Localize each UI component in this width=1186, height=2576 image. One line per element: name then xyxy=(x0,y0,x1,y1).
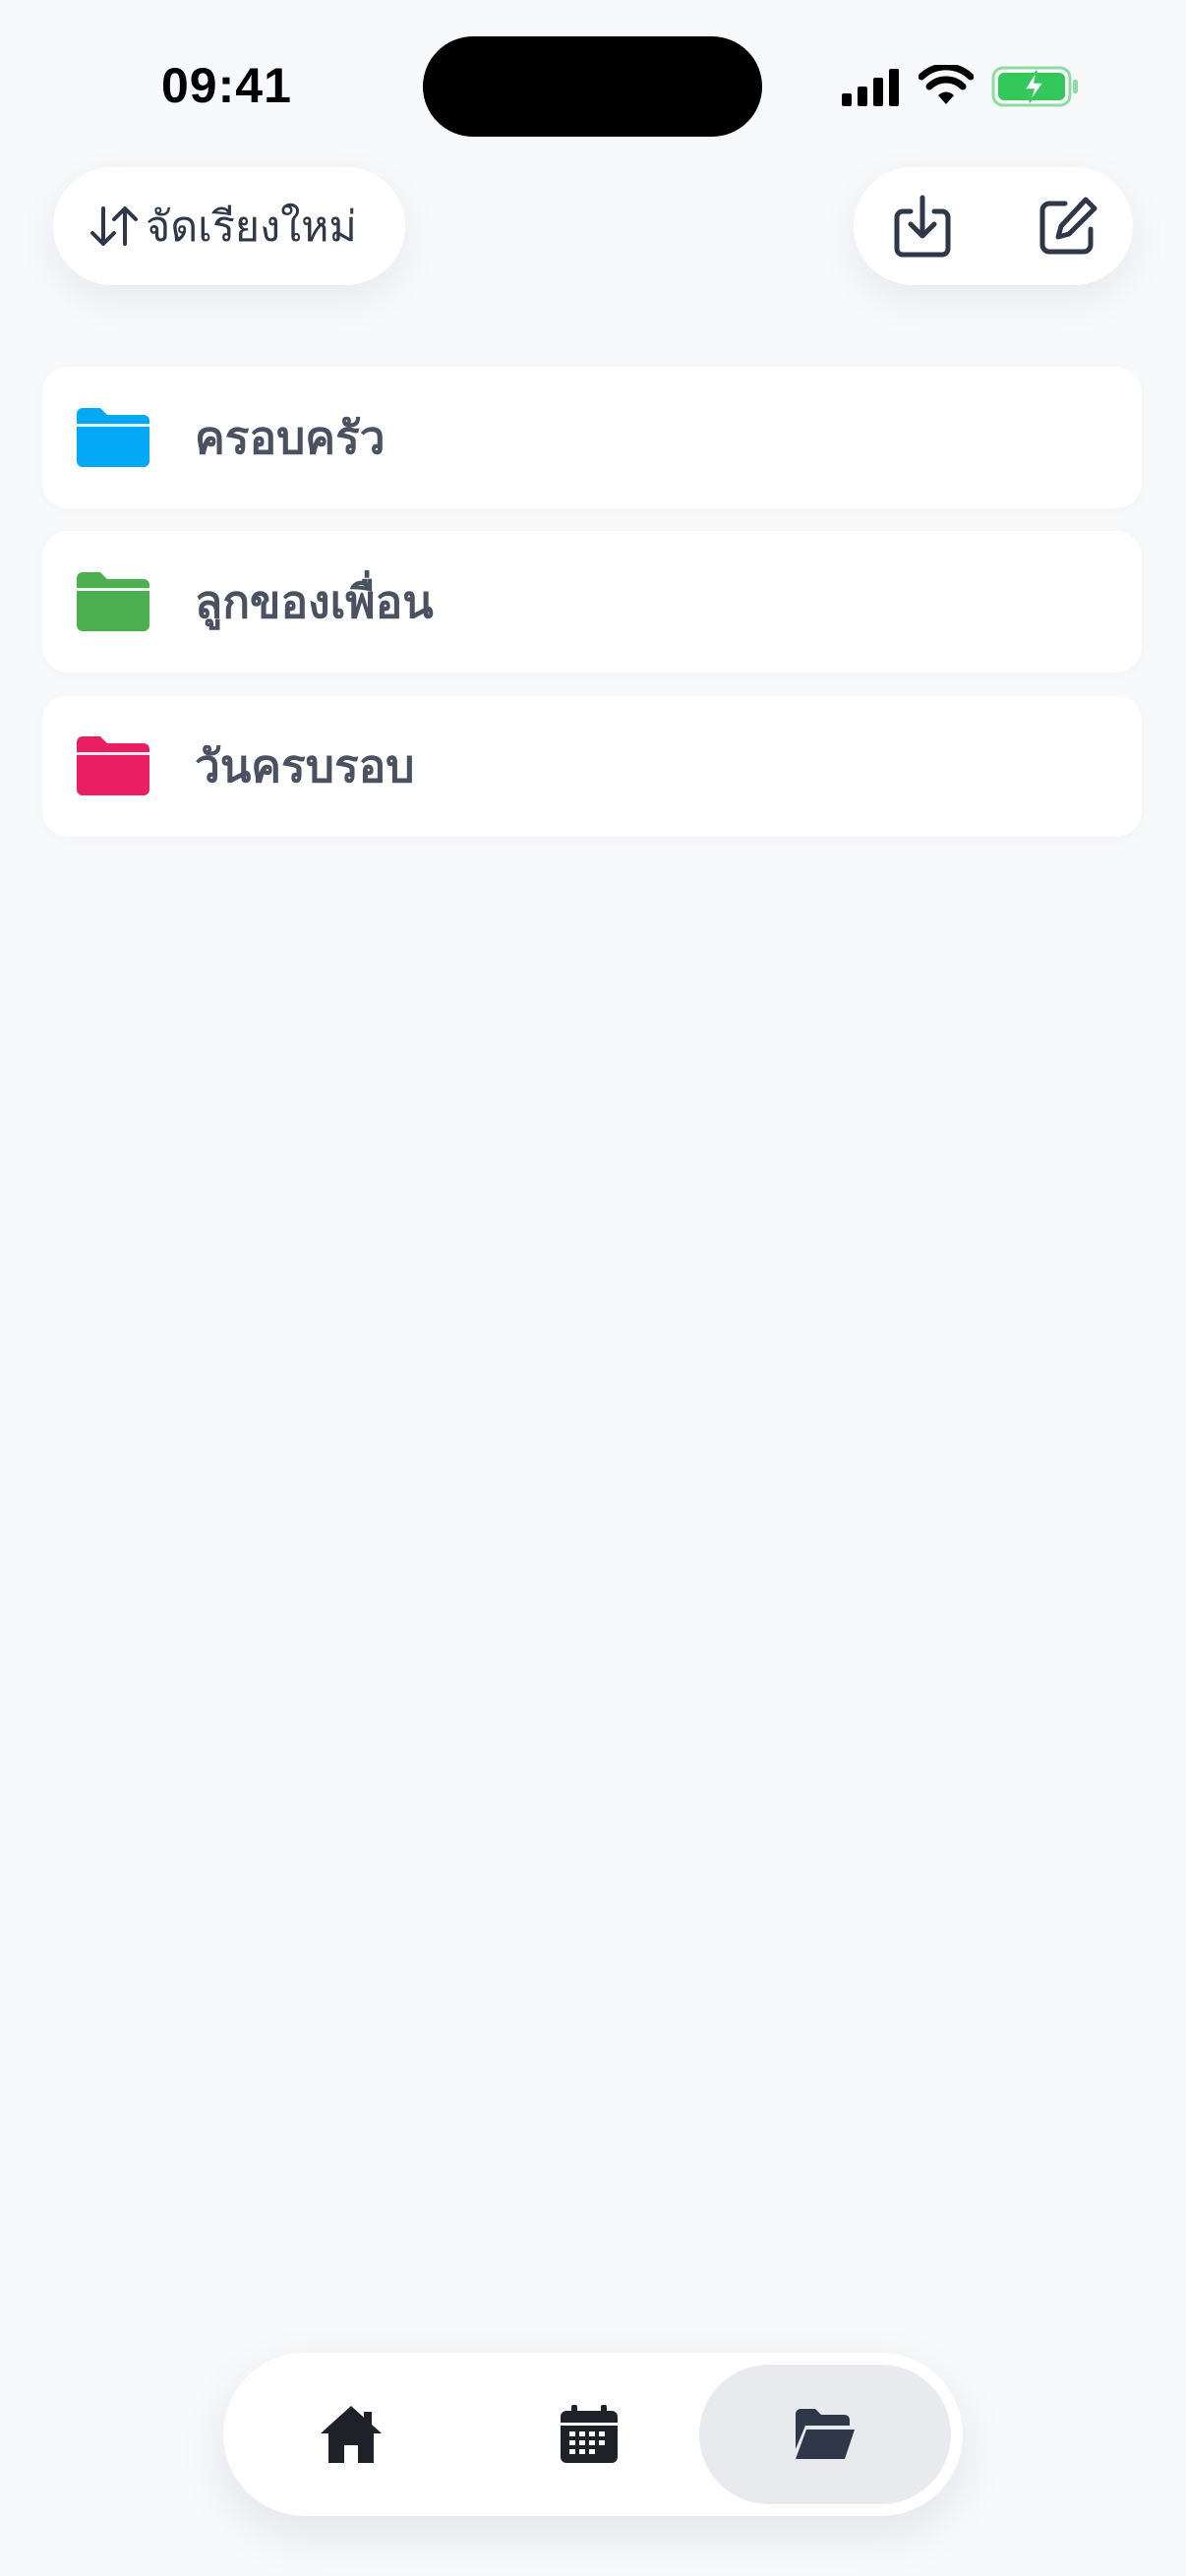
folder-label: วันครบรอบ xyxy=(195,738,415,792)
folder-label: ลูกของเพื่อน xyxy=(195,574,434,628)
calendar-icon xyxy=(561,2405,618,2463)
import-button[interactable] xyxy=(885,189,960,263)
folder-icon xyxy=(77,408,149,467)
tray-download-icon xyxy=(894,195,951,258)
folder-icon xyxy=(77,572,149,631)
compose-edit-icon xyxy=(1039,197,1097,255)
folder-list: ครอบครัว ลูกของเพื่อน วันครบรอบ xyxy=(42,367,1142,859)
folder-row-friends-kids[interactable]: ลูกของเพื่อน xyxy=(42,531,1142,673)
edit-button[interactable] xyxy=(1031,189,1105,263)
folder-row-family[interactable]: ครอบครัว xyxy=(42,367,1142,508)
battery-charging-icon xyxy=(991,66,1078,107)
tab-home[interactable] xyxy=(263,2365,440,2504)
folder-label: ครอบครัว xyxy=(195,410,385,464)
cellular-signal-icon xyxy=(842,69,899,106)
tab-folders[interactable] xyxy=(699,2365,951,2504)
folder-open-icon xyxy=(796,2409,855,2459)
wifi-icon xyxy=(919,65,974,104)
tab-calendar[interactable] xyxy=(501,2365,678,2504)
status-time: 09:41 xyxy=(161,58,292,113)
arrows-up-down-icon xyxy=(90,206,138,246)
status-bar: 09:41 xyxy=(0,0,1186,147)
actions-pill xyxy=(854,167,1133,285)
home-icon xyxy=(321,2406,382,2463)
sort-button[interactable]: จัดเรียงใหม่ xyxy=(53,167,405,285)
folder-icon xyxy=(77,736,149,795)
tab-bar xyxy=(223,2353,963,2516)
dynamic-island xyxy=(423,36,762,137)
sort-label: จัดเรียงใหม่ xyxy=(146,203,357,252)
folder-row-anniversary[interactable]: วันครบรอบ xyxy=(42,695,1142,837)
